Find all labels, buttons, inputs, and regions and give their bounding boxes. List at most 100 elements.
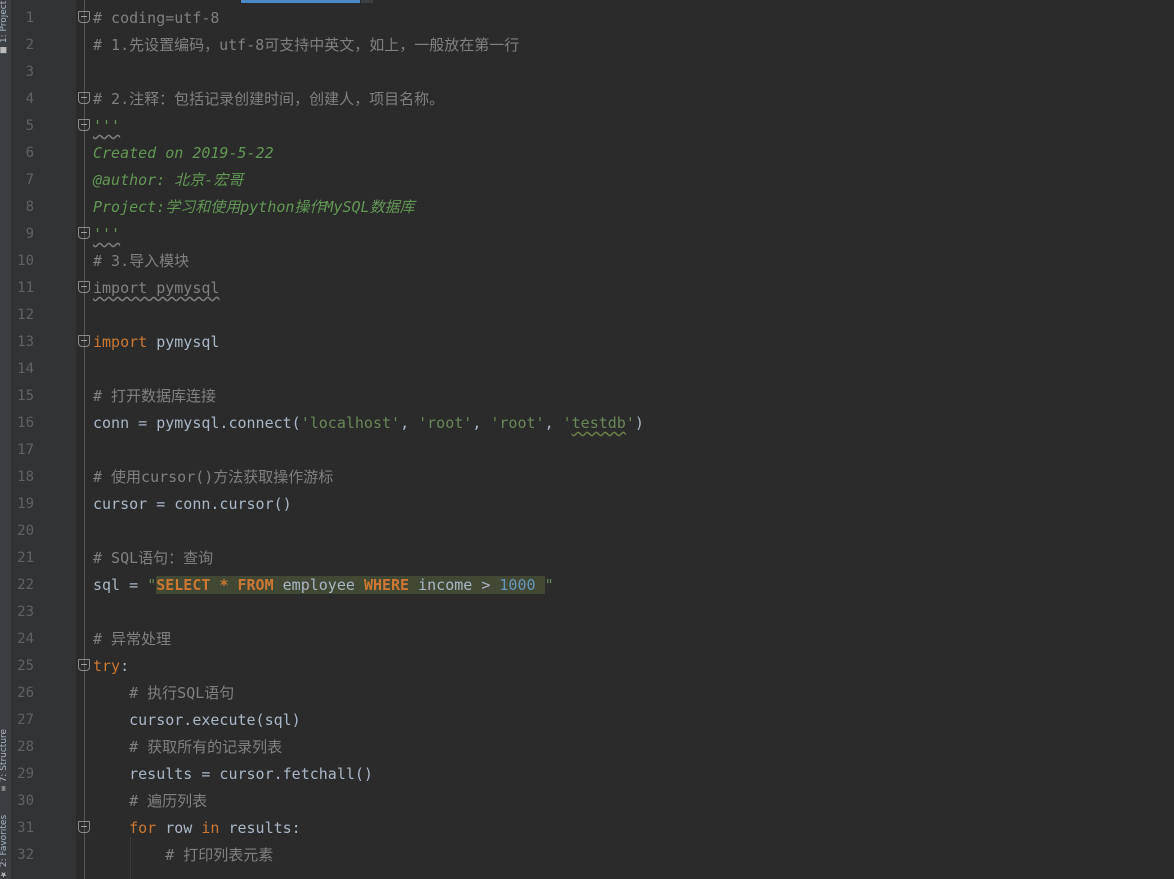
line-text: # 异常处理: [93, 630, 172, 648]
user-arg: 'root': [418, 414, 473, 432]
fold-marker-icon[interactable]: [78, 119, 90, 131]
code-line: 15 # 打开数据库连接: [12, 383, 1174, 410]
code-line: 22 sql = "SELECT * FROM employee WHERE i…: [12, 572, 1174, 599]
star-icon: ★: [0, 870, 8, 879]
iterable: results:: [219, 819, 301, 837]
line-text: conn = pymysql.connect('localhost', 'roo…: [93, 410, 644, 437]
code-line: 23: [12, 599, 1174, 626]
line-text: # SQL语句：查询: [93, 549, 214, 567]
favorites-tool-tab[interactable]: ★ 2: Favorites: [0, 808, 11, 879]
line-text: ''': [93, 225, 121, 243]
sql-injected-fragment[interactable]: SELECT * FROM employee WHERE income > 10…: [156, 576, 545, 594]
fold-marker-icon[interactable]: [78, 92, 90, 104]
line-number: 21: [17, 550, 34, 566]
code-line: 29 results = cursor.fetchall(): [12, 761, 1174, 788]
sql-assign: sql =: [93, 576, 148, 594]
fold-marker-icon[interactable]: [78, 281, 90, 293]
code-line: 31 for row in results:: [12, 815, 1174, 842]
line-number: 28: [17, 739, 34, 755]
code-line: 3: [12, 59, 1174, 86]
connect-call: conn = pymysql.connect(: [93, 414, 301, 432]
line-number: 8: [25, 199, 34, 215]
db-arg: testdb: [571, 414, 626, 432]
code-line: 16 conn = pymysql.connect('localhost', '…: [12, 410, 1174, 437]
db-quote: ': [562, 414, 572, 432]
fold-marker-icon[interactable]: [78, 335, 90, 347]
code-line: 12: [12, 302, 1174, 329]
module-name: pymysql: [147, 279, 220, 297]
line-number: 18: [17, 469, 34, 485]
host-arg: 'localhost': [300, 414, 401, 432]
line-number: 30: [17, 793, 34, 809]
code-line: 21 # SQL语句：查询: [12, 545, 1174, 572]
import-keyword: import: [93, 279, 148, 297]
code-line: 19 cursor = conn.cursor(): [12, 491, 1174, 518]
line-number: 6: [25, 145, 34, 161]
line-text: # 执行SQL语句: [93, 684, 235, 702]
sql-keyword: WHERE: [363, 576, 410, 594]
separator: ,: [544, 414, 563, 432]
fold-marker-icon[interactable]: [78, 659, 90, 671]
project-tool-tab[interactable]: ■ 1: Project: [0, 0, 11, 55]
line-text: # 1.先设置编码，utf-8可支持中英文，如上，一般放在第一行: [93, 36, 520, 54]
line-text: # 3.导入模块: [93, 252, 190, 270]
line-number: 29: [17, 766, 34, 782]
colon: :: [120, 657, 130, 675]
line-text: import pymysql: [93, 329, 219, 356]
line-number: 32: [17, 847, 34, 863]
code-line: 13 import pymysql: [12, 329, 1174, 356]
line-number: 14: [17, 361, 34, 377]
code-line: 27 cursor.execute(sql): [12, 707, 1174, 734]
line-number: 25: [17, 658, 34, 674]
line-text: cursor = conn.cursor(): [93, 495, 292, 513]
module-name: pymysql: [147, 333, 220, 351]
sql-column: income: [409, 576, 482, 594]
sql-keyword: SELECT: [156, 576, 211, 594]
tab-edge: [361, 0, 373, 3]
fold-marker-icon[interactable]: [78, 11, 90, 23]
code-line: 26 # 执行SQL语句: [12, 680, 1174, 707]
line-text: for row in results:: [93, 815, 301, 842]
line-number: 5: [25, 118, 34, 134]
line-number: 9: [25, 226, 34, 242]
line-text: sql = "SELECT * FROM employee WHERE inco…: [93, 572, 554, 599]
line-number: 31: [17, 820, 34, 836]
code-line: 14: [12, 356, 1174, 383]
line-number: 19: [17, 496, 34, 512]
line-text: # 2.注释：包括记录创建时间，创建人，项目名称。: [93, 90, 445, 108]
code-line: 18 # 使用cursor()方法获取操作游标: [12, 464, 1174, 491]
quote: ": [147, 576, 157, 594]
favorites-tab-label: 2: Favorites: [0, 814, 9, 868]
import-keyword: import: [93, 333, 148, 351]
sql-table: employee: [273, 576, 364, 594]
fold-marker-icon[interactable]: [78, 227, 90, 239]
code-line: 32 # 打印列表元素: [12, 842, 1174, 869]
structure-icon: ≡: [0, 785, 8, 792]
line-text: try:: [93, 653, 129, 680]
line-number: 15: [17, 388, 34, 404]
line-number: 23: [17, 604, 34, 620]
separator: ,: [400, 414, 419, 432]
line-number: 27: [17, 712, 34, 728]
structure-tab-label: 7: Structure: [0, 728, 9, 783]
line-number: 17: [17, 442, 34, 458]
fold-marker-icon[interactable]: [78, 821, 90, 833]
line-text: Project:学习和使用python操作MySQL数据库: [93, 198, 415, 216]
line-text: # 获取所有的记录列表: [93, 738, 283, 756]
line-number: 24: [17, 631, 34, 647]
line-text: # 打开数据库连接: [93, 387, 217, 405]
loop-var: row: [156, 819, 202, 837]
code-line: 6 Created on 2019-5-22: [12, 140, 1174, 167]
structure-tool-tab[interactable]: ≡ 7: Structure: [0, 712, 11, 792]
line-text: # 遍历列表: [93, 792, 208, 810]
line-text: Created on 2019-5-22: [93, 144, 274, 162]
code-line: 1 # coding=utf-8: [12, 5, 1174, 32]
line-text: @author: 北京-宏哥: [93, 171, 244, 189]
db-quote: ': [625, 414, 635, 432]
code-line: 28 # 获取所有的记录列表: [12, 734, 1174, 761]
password-arg: 'root': [490, 414, 545, 432]
code-line: 2 # 1.先设置编码，utf-8可支持中英文，如上，一般放在第一行: [12, 32, 1174, 59]
code-line: 20: [12, 518, 1174, 545]
